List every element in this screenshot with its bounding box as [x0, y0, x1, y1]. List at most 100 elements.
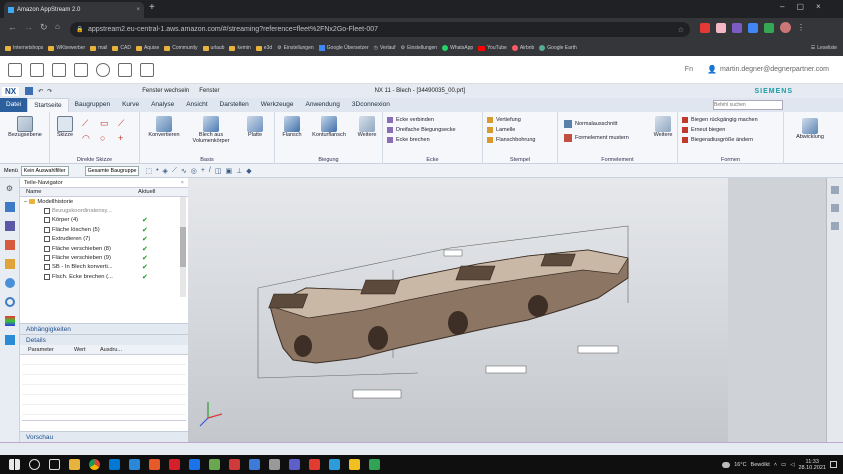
app-icon[interactable] [229, 459, 240, 470]
tree-node[interactable]: Bezugskoordinatensy... [20, 206, 188, 215]
checkbox[interactable] [44, 208, 50, 215]
tab-werkzeuge[interactable]: Werkzeuge [255, 98, 300, 112]
sheet-from-solid-button[interactable]: Blech aus Volumenkörper [186, 116, 236, 144]
corner-join-button[interactable]: Ecke verbinden [387, 115, 456, 125]
tree-node[interactable]: Fläche verschieben (8) ✔ [20, 244, 188, 253]
system-materials-icon[interactable] [4, 316, 15, 326]
drawn-cutout-button[interactable]: Flanschbohrung [487, 135, 535, 145]
close-icon[interactable]: × [181, 180, 184, 186]
reading-list[interactable]: ☰ Leseliste [811, 45, 837, 51]
bookmark[interactable]: Google Übersetzer [318, 45, 369, 51]
bookmark[interactable]: ◷ Verlauf [374, 45, 396, 51]
circle-icon[interactable]: ○ [100, 133, 114, 144]
assembly-navigator-icon[interactable] [4, 202, 15, 212]
acrobat-icon[interactable] [169, 459, 180, 470]
box-icon[interactable]: ▣ [226, 167, 233, 175]
bookmark-star-icon[interactable]: ☆ [678, 26, 684, 34]
part-3d-model[interactable] [188, 178, 728, 442]
bookmark[interactable]: WKbewerber [48, 45, 85, 51]
tree-node[interactable]: Extrudieren (7) ✔ [20, 235, 188, 244]
graphics-window[interactable] [188, 178, 728, 442]
bookmark[interactable]: Airbnb [511, 45, 534, 51]
scope-dropdown[interactable]: Gesamte Baugruppe [84, 165, 140, 176]
column-actual[interactable]: Aktuell [138, 189, 155, 195]
extension-icon[interactable] [764, 22, 774, 33]
checkbox[interactable] [44, 255, 50, 262]
home-icon[interactable]: ⌂ [55, 22, 60, 31]
plus-icon[interactable]: + [201, 167, 205, 174]
window-controls[interactable]: –▢× [780, 2, 833, 11]
line-icon[interactable]: ⟋ [82, 118, 96, 129]
edge-icon[interactable]: ⟋ [172, 167, 177, 175]
plus-icon[interactable]: + [118, 133, 132, 144]
bookmark[interactable]: Aquise [135, 45, 159, 51]
details-panel-header[interactable]: Details [20, 334, 188, 345]
notification-icon[interactable] [830, 461, 837, 468]
extension-icon[interactable] [732, 22, 742, 33]
side-tool-icon[interactable] [831, 204, 839, 212]
app-icon[interactable] [249, 459, 260, 470]
app-icon[interactable] [349, 459, 360, 470]
tree-node[interactable]: Körper (4) ✔ [20, 216, 188, 225]
tab-startseite[interactable]: Startseite [27, 98, 69, 112]
bookmark[interactable]: kemin [229, 45, 251, 51]
sketch-button[interactable]: Skizze [54, 116, 76, 138]
side-tool-icon[interactable] [831, 222, 839, 230]
url-field[interactable]: 🔒 appstream2.eu-central-1.aws.amazon.com… [70, 22, 690, 37]
side-tool-icon[interactable] [831, 186, 839, 194]
app-icon[interactable] [269, 459, 280, 470]
task-view-icon[interactable] [49, 459, 60, 470]
bookmark[interactable]: WhatsApp [442, 45, 473, 51]
rectangle-icon[interactable]: ▭ [100, 118, 114, 129]
new-tab-icon[interactable]: + [149, 2, 155, 13]
part-navigator-icon[interactable] [4, 240, 15, 250]
tree-node[interactable]: Fläche löschen (5) ✔ [20, 225, 188, 234]
unbend-button[interactable]: Biegen rückgängig machen [682, 115, 758, 125]
tab-kurve[interactable]: Kurve [116, 98, 145, 112]
view-icon[interactable]: ◫ [215, 167, 222, 175]
tab-anwendung[interactable]: Anwendung [300, 98, 346, 112]
reuse-library-icon[interactable] [4, 259, 15, 269]
resize-bend-radius-button[interactable]: Biegeradiusgröße ändern [682, 135, 758, 145]
apps-grid-icon[interactable] [8, 62, 22, 77]
app-icon[interactable] [149, 459, 160, 470]
app-icon[interactable] [309, 459, 320, 470]
bookmark[interactable]: Internetshops [5, 45, 43, 51]
gear-icon[interactable]: ⚙ [6, 184, 13, 193]
search-icon[interactable] [29, 459, 40, 470]
history-icon[interactable] [4, 297, 15, 307]
more-feature-button[interactable]: Weitere [650, 116, 676, 138]
circle-snap-icon[interactable]: ◎ [191, 167, 197, 175]
display-icon[interactable] [140, 62, 154, 77]
settings-icon[interactable] [96, 62, 110, 77]
contour-flange-button[interactable]: Konturflansch [307, 116, 351, 138]
bookmark[interactable]: ⚙ Einstellungen [401, 45, 438, 51]
app-icon[interactable] [129, 459, 140, 470]
chevron-up-icon[interactable]: ˄ [774, 462, 777, 468]
menu-button[interactable]: Menü [4, 168, 18, 174]
profile-avatar[interactable] [780, 22, 791, 33]
checkbox[interactable] [44, 236, 50, 243]
column-parameter[interactable]: Parameter [20, 347, 74, 353]
bookmark[interactable]: Google Earth [539, 45, 577, 51]
mail-icon[interactable] [109, 459, 120, 470]
tree-node[interactable]: Fläche verschieben (9) ✔ [20, 253, 188, 262]
rebend-button[interactable]: Erneut biegen [682, 125, 758, 135]
back-icon[interactable]: ← [8, 22, 17, 32]
reload-icon[interactable]: ↻ [40, 22, 48, 33]
preview-panel-header[interactable]: Vorschau [20, 431, 188, 442]
fullscreen-icon[interactable] [118, 62, 132, 77]
save-icon[interactable] [25, 87, 34, 95]
tab-analyse[interactable]: Analyse [145, 98, 180, 112]
extension-icon[interactable] [748, 22, 758, 33]
column-name[interactable]: Name [26, 189, 41, 195]
bookmark[interactable]: e3d [255, 45, 272, 51]
tab-darstellen[interactable]: Darstellen [214, 98, 255, 112]
tree-node[interactable]: SB - In Blech konverti... ✔ [20, 263, 188, 272]
checkbox[interactable] [44, 226, 50, 233]
tree-node[interactable]: Flsch. Ecke brechen (... ✔ [20, 272, 188, 281]
undo-icon[interactable]: ↶ [38, 88, 43, 95]
bookmark[interactable]: Community [164, 45, 198, 51]
close-tab-icon[interactable]: × [136, 7, 140, 13]
bookmark[interactable]: urlaub [202, 45, 224, 51]
